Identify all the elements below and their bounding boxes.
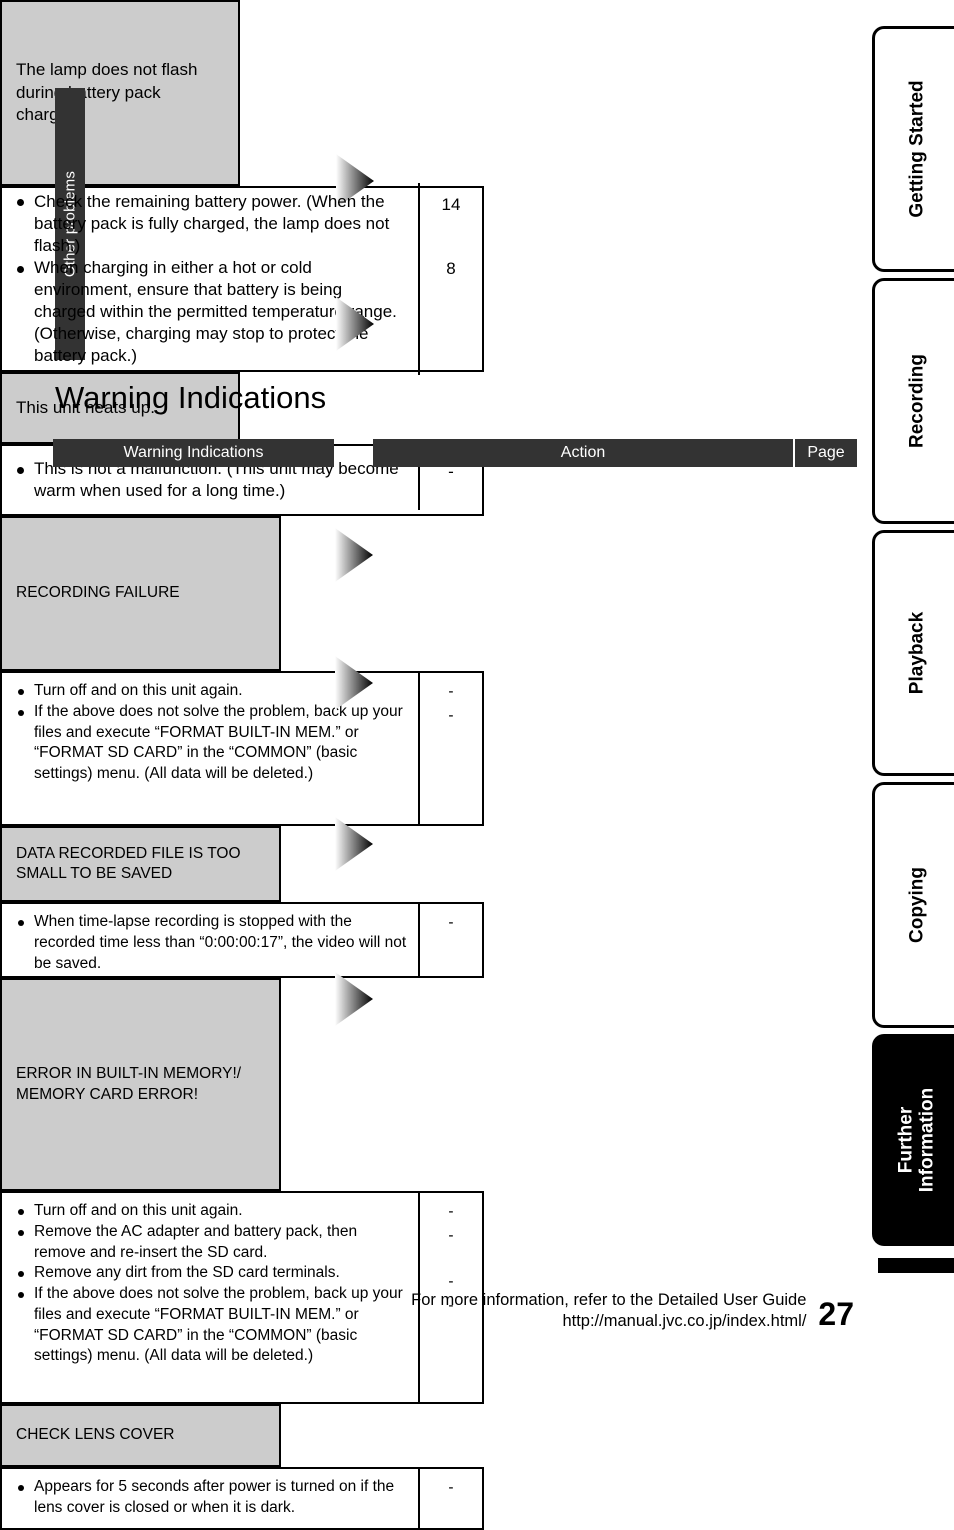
page-ref: -	[448, 707, 454, 724]
warning-indication-text: DATA RECORDED FILE IS TOO SMALL TO BE SA…	[16, 844, 241, 882]
side-tab-recording[interactable]: Recording	[872, 278, 954, 524]
side-tab-label: Recording	[905, 354, 927, 448]
action-bullet-list: Appears for 5 seconds after power is tur…	[14, 1477, 408, 1519]
warning-action-cell: When time-lapse recording is stopped wit…	[0, 902, 484, 978]
page-ref: -	[448, 1203, 454, 1220]
page-number: 27	[818, 1296, 854, 1332]
table-header-label: Page	[807, 444, 845, 461]
table-header-indication: Warning Indications	[53, 439, 334, 467]
warning-indication-text: CHECK LENS COVER	[16, 1426, 175, 1444]
arrow-icon	[335, 528, 373, 582]
action-text: When time-lapse recording is stopped wit…	[2, 904, 418, 982]
action-bullet: Remove the AC adapter and battery pack, …	[14, 1222, 408, 1264]
side-tab-strip: Getting Started Recording Playback Copyi…	[866, 0, 954, 1357]
action-bullet: Check the remaining battery power. (When…	[14, 191, 408, 257]
page-body: Other problems The lamp does not flash d…	[0, 0, 862, 1530]
action-bullet: Appears for 5 seconds after power is tur…	[14, 1477, 408, 1519]
warning-indication-cell: RECORDING FAILURE	[0, 516, 281, 671]
side-tab-footer-bar	[878, 1258, 954, 1273]
action-bullet: If the above does not solve the problem,…	[14, 702, 408, 785]
action-bullet: Remove any dirt from the SD card termina…	[14, 1263, 408, 1284]
side-tab-further-information[interactable]: Further Information	[872, 1034, 954, 1246]
page-column: -	[418, 1469, 482, 1528]
action-bullet: Turn off and on this unit again.	[14, 1201, 408, 1222]
action-bullet-list: When time-lapse recording is stopped wit…	[14, 912, 408, 974]
action-text: Appears for 5 seconds after power is tur…	[2, 1469, 418, 1528]
table-header-action-page: Action Page	[373, 439, 857, 467]
side-tab-label-line-2: Information	[916, 1087, 938, 1193]
side-tab-playback[interactable]: Playback	[872, 530, 954, 776]
arrow-icon	[336, 297, 374, 351]
warning-indication-cell: DATA RECORDED FILE IS TOO SMALL TO BE SA…	[0, 826, 281, 902]
page-ref: 14	[441, 194, 461, 214]
side-tab-copying[interactable]: Copying	[872, 782, 954, 1028]
page-ref: 8	[446, 258, 456, 278]
page-column: - -	[418, 673, 482, 824]
table-header-label: Action	[560, 444, 606, 461]
warning-action-cell: Turn off and on this unit again. If the …	[0, 671, 484, 826]
warning-indication-cell: ERROR IN BUILT-IN MEMORY!/ MEMORY CARD E…	[0, 978, 281, 1191]
warning-indication-text: ERROR IN BUILT-IN MEMORY!/ MEMORY CARD E…	[16, 1065, 242, 1103]
footer-line-1: For more information, refer to the Detai…	[411, 1291, 807, 1309]
side-tab-label: Further Information	[895, 1088, 938, 1193]
problem-text: The lamp does not flash during battery p…	[16, 60, 198, 125]
page-ref: -	[448, 683, 454, 700]
side-tab-label: Copying	[905, 867, 927, 943]
arrow-icon	[335, 972, 373, 1026]
arrow-icon	[335, 656, 373, 710]
action-bullet-list: Turn off and on this unit again. Remove …	[14, 1201, 408, 1367]
action-cell: Check the remaining battery power. (When…	[0, 182, 484, 376]
footer: For more information, refer to the Detai…	[0, 1288, 862, 1332]
warning-indication-text: RECORDING FAILURE	[16, 584, 180, 602]
side-tab-label: Playback	[905, 611, 927, 695]
page-ref: -	[448, 1227, 454, 1244]
page-title: Warning Indications	[55, 380, 327, 415]
warning-action-cell: Appears for 5 seconds after power is tur…	[0, 1467, 484, 1530]
side-tab-label-line-1: Further	[895, 1106, 917, 1174]
page-ref: -	[448, 1479, 454, 1496]
page-column: -	[418, 904, 482, 976]
page-ref: -	[448, 914, 454, 931]
arrow-icon	[335, 817, 373, 871]
side-tab-label: Getting Started	[905, 80, 927, 218]
page-column: 14 8	[418, 182, 482, 376]
action-bullet: When time-lapse recording is stopped wit…	[14, 912, 408, 974]
side-tab-getting-started[interactable]: Getting Started	[872, 26, 954, 272]
warning-indication-cell: CHECK LENS COVER	[0, 1404, 281, 1467]
footer-url[interactable]: http://manual.jvc.co.jp/index.html/	[411, 1311, 806, 1332]
problem-cell: The lamp does not flash during battery p…	[0, 0, 240, 186]
footer-text: For more information, refer to the Detai…	[411, 1288, 806, 1332]
table-header-label: Warning Indications	[123, 444, 264, 461]
